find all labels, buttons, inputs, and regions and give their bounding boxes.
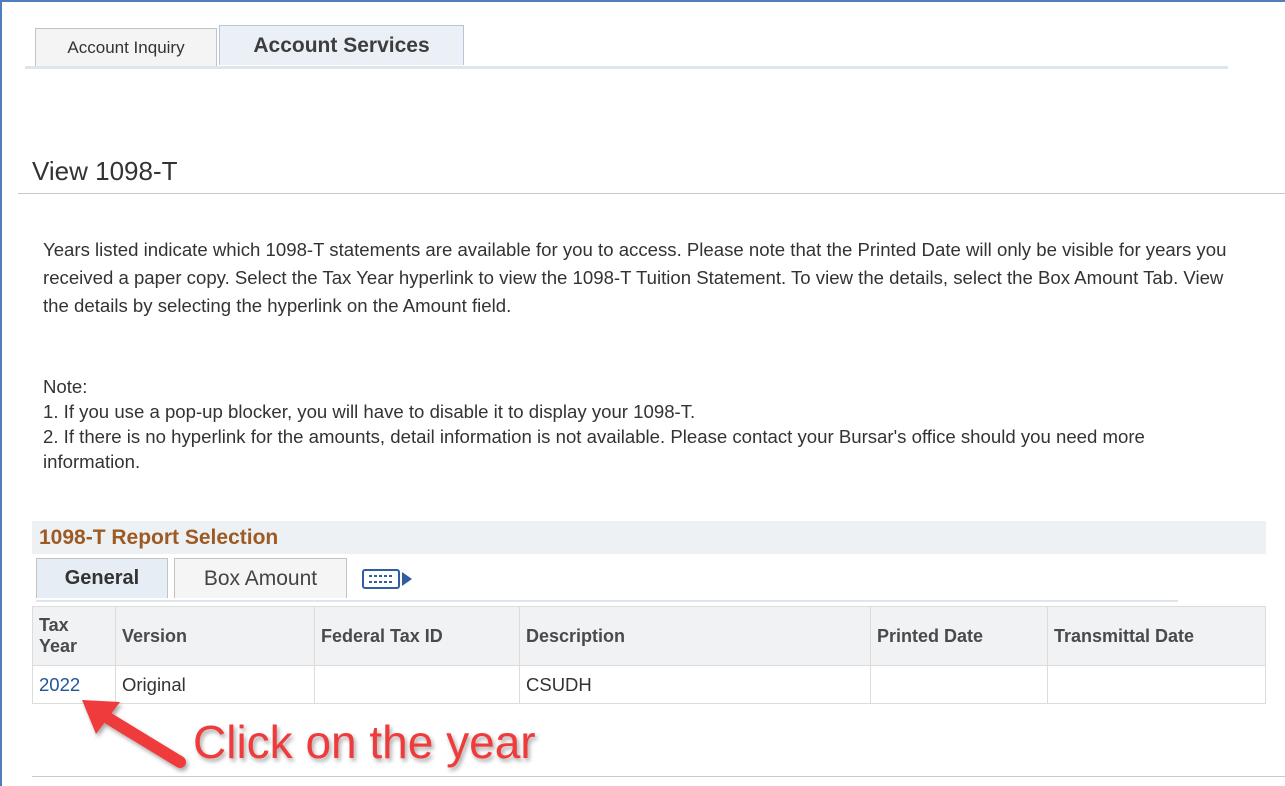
instructions-paragraph: Years listed indicate which 1098-T state… — [43, 239, 1227, 316]
window-frame-top — [0, 0, 1285, 2]
col-header-description: Description — [519, 606, 871, 666]
report-selection-table: Tax Year Version Federal Tax ID Descript… — [32, 606, 1266, 704]
annotation-arrow-icon — [82, 700, 186, 768]
table-header-row: Tax Year Version Federal Tax ID Descript… — [32, 606, 1266, 666]
title-divider — [18, 193, 1285, 194]
report-selection-header: 1098-T Report Selection — [32, 521, 1266, 554]
window-frame-left — [0, 0, 2, 786]
instructions-text: Years listed indicate which 1098-T state… — [43, 236, 1243, 320]
annotation-text: Click on the year — [193, 716, 536, 768]
note-block: Note: 1. If you use a pop-up blocker, yo… — [43, 374, 1243, 474]
page-tabs: Account Inquiry Account Services — [25, 25, 1230, 67]
cell-description: CSUDH — [519, 665, 871, 704]
tab-account-inquiry[interactable]: Account Inquiry — [35, 28, 217, 66]
grid-tab-box-amount[interactable]: Box Amount — [174, 558, 347, 598]
col-header-federal-tax-id: Federal Tax ID — [314, 606, 520, 666]
grid-tabs-underline — [36, 600, 1178, 602]
note-heading: Note: — [43, 376, 88, 397]
grid-tab-general[interactable]: General — [36, 558, 168, 598]
bottom-divider — [32, 776, 1285, 777]
tab-account-services[interactable]: Account Services — [219, 25, 464, 65]
cell-federal-tax-id — [314, 665, 520, 704]
section-title: 1098-T Report Selection — [39, 526, 279, 549]
col-header-transmittal-date: Transmittal Date — [1047, 606, 1266, 666]
show-all-columns-icon[interactable] — [362, 568, 414, 592]
cell-transmittal-date — [1047, 665, 1266, 704]
col-header-tax-year: Tax Year — [32, 606, 116, 666]
cell-printed-date — [870, 665, 1048, 704]
col-header-version: Version — [115, 606, 315, 666]
col-header-printed-date: Printed Date — [870, 606, 1048, 666]
tabs-underline — [25, 66, 1228, 69]
page-title: View 1098-T — [32, 156, 178, 186]
note-item-2: 2. If there is no hyperlink for the amou… — [43, 426, 1145, 472]
note-item-1: 1. If you use a pop-up blocker, you will… — [43, 401, 696, 422]
table-row: 2022 Original CSUDH — [32, 665, 1266, 704]
